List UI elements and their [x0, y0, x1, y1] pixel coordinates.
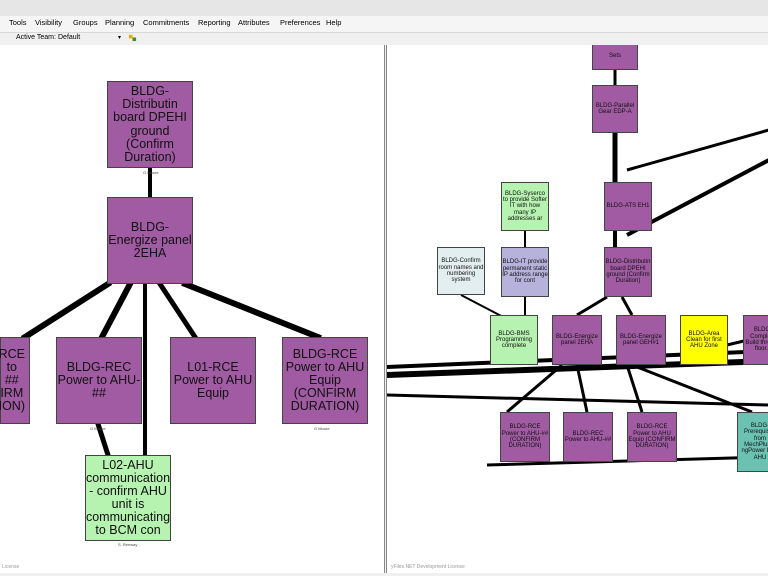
node-bldg-energize-panel[interactable]: BLDG-Energize panel 2EHA — [107, 197, 193, 284]
node-r-prerequisite[interactable]: BLDG-Prerequisite from MechPlumb ngPower… — [737, 412, 768, 472]
node-l02-ahu-communication[interactable]: L02-AHU communication - confirm AHU unit… — [85, 455, 171, 541]
menu-planning[interactable]: Planning — [105, 18, 134, 27]
chevron-down-icon[interactable]: ▾ — [118, 34, 121, 41]
node-r-energize-2eha[interactable]: BLDG-Energize panel 2EHA — [552, 315, 602, 365]
menu-groups[interactable]: Groups — [73, 18, 98, 27]
node-r-rce-power-ahu[interactable]: BLDG-RCE Power to AHU-## (CONFIRM DURATI… — [500, 412, 550, 462]
left-diagram-pane[interactable]: BLDG-Distributin board DPEHI ground (Con… — [0, 45, 385, 573]
node-r-rce-power-ahu-equip[interactable]: BLDG-RCE Power to AHU Equip (CONFIRM DUR… — [627, 412, 677, 462]
resource-label: G Moore — [90, 426, 106, 431]
license-watermark: License — [2, 564, 20, 570]
node-bldg-rce-ahu-equip[interactable]: BLDG-RCE Power to AHU Equip (CONFIRM DUR… — [282, 337, 368, 424]
right-diagram-pane[interactable]: Sets BLDG-Parallel Gear EDP-A BLDG-Syser… — [386, 45, 768, 573]
node-r-parallel-gear[interactable]: BLDG-Parallel Gear EDP-A — [592, 85, 638, 133]
menu-commitments[interactable]: Commitments — [143, 18, 189, 27]
menu-tools[interactable]: Tools — [9, 18, 27, 27]
node-r-complete-build[interactable]: BLDG-Complete Build through floor... — [743, 315, 768, 365]
node-r-sets[interactable]: Sets — [592, 45, 638, 70]
active-team-label: Active Team: — [16, 34, 56, 41]
node-r-syserco[interactable]: BLDG-Syserco to provide Softer IT with h… — [501, 182, 549, 231]
node-l01-rce-power[interactable]: L01-RCE Power to AHU Equip — [170, 337, 256, 424]
right-connectors — [387, 70, 768, 467]
menu-reporting[interactable]: Reporting — [198, 18, 231, 27]
resource-label: S. Renway — [118, 542, 138, 547]
resource-label: G Moore — [314, 426, 330, 431]
toolbar: Active Team: Default ▾ — [0, 33, 768, 45]
menu-help[interactable]: Help — [326, 18, 341, 27]
node-bldg-distribution-board[interactable]: BLDG-Distributin board DPEHI ground (Con… — [107, 81, 193, 168]
node-bldg-rce-partial[interactable]: RCE to ## IRM ION) — [0, 337, 30, 424]
menu-visibility[interactable]: Visibility — [35, 18, 62, 27]
node-r-it-static-ip[interactable]: BLDG-IT provide permanent static IP addr… — [501, 247, 549, 297]
license-watermark: yFiles.NET Development License — [391, 564, 465, 570]
node-r-rec-power-ahu[interactable]: BLDG-REC Power to AHU-## — [563, 412, 613, 462]
node-r-energize-geh[interactable]: BLDG-Energize panel GEH#1 — [616, 315, 666, 365]
node-r-area-clean[interactable]: BLDG-Area Clean for first AHU Zone — [680, 315, 728, 365]
node-r-bms-programming[interactable]: BLDG-BMS Programming complete — [490, 315, 538, 365]
active-team-value[interactable]: Default — [58, 34, 80, 41]
window-titlebar — [0, 0, 768, 17]
team-settings-icon[interactable] — [128, 33, 137, 42]
menu-attributes[interactable]: Attributes — [238, 18, 270, 27]
node-r-distribution-board[interactable]: BLDG-Distributin board DPEHI ground (Con… — [604, 247, 652, 297]
menu-preferences[interactable]: Preferences — [280, 18, 320, 27]
node-bldg-rec-power[interactable]: BLDG-REC Power to AHU-## — [56, 337, 142, 424]
node-r-confirm-room[interactable]: BLDG-Confirm room names and numbering sy… — [437, 247, 485, 295]
node-r-ats[interactable]: BLDG-ATS EH1 — [604, 182, 652, 231]
resource-label: G Moore — [143, 170, 159, 175]
menu-bar: Tools Visibility Groups Planning Commitm… — [0, 16, 768, 33]
